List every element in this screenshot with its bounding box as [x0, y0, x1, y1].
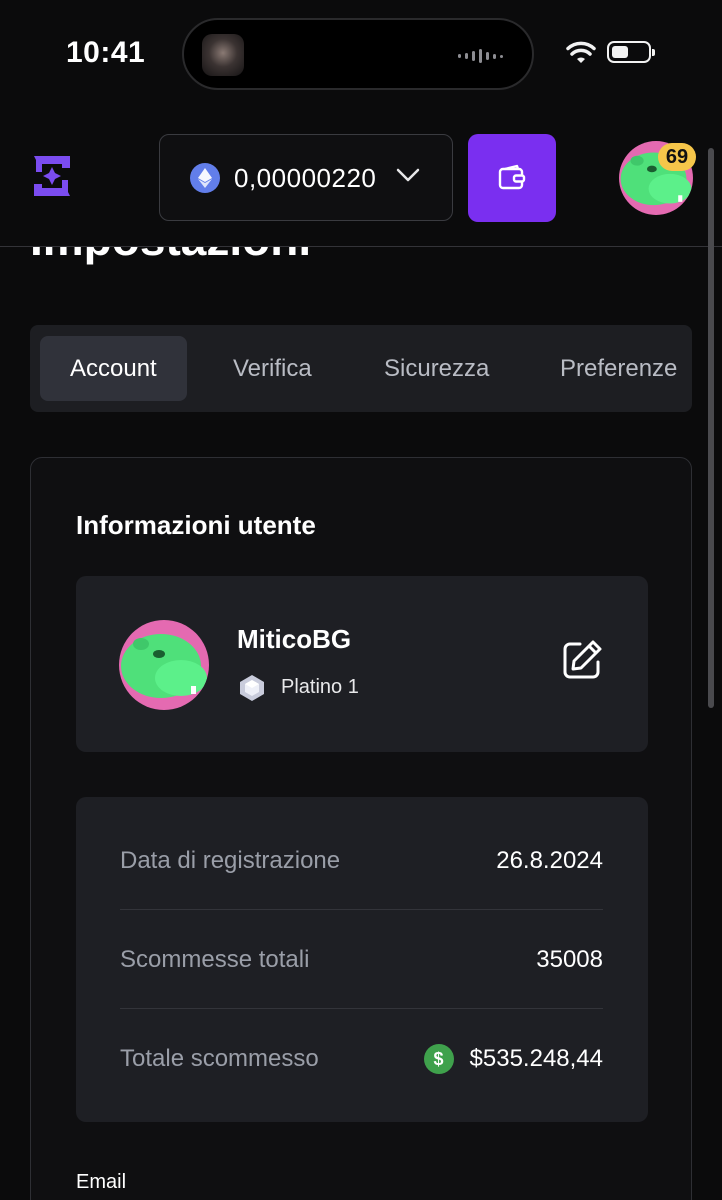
stat-label: Data di registrazione — [120, 847, 341, 874]
battery-icon — [607, 41, 655, 63]
stat-label: Totale scommesso — [120, 1045, 319, 1072]
section-title: Informazioni utente — [76, 510, 316, 540]
tab-sicurezza[interactable]: Sicurezza — [384, 336, 489, 401]
level-badge: 69 — [658, 143, 696, 171]
stat-value: 35008 — [536, 946, 603, 974]
settings-tabs: Account Verifica Sicurezza Preferenze — [30, 325, 692, 412]
wallet-button[interactable] — [468, 134, 556, 222]
profile-avatar — [119, 620, 209, 710]
tab-account[interactable]: Account — [40, 336, 187, 401]
email-label: Email — [76, 1171, 127, 1193]
status-bar: 10:41 — [0, 0, 722, 110]
balance-amount: 0,00000220 — [234, 163, 377, 193]
app-header: 0,00000220 69 — [0, 110, 722, 247]
user-info-card: Informazioni utente MiticoBG Platino 1 D… — [30, 457, 692, 1200]
username: MiticoBG — [237, 624, 352, 654]
scrollbar[interactable] — [708, 148, 714, 708]
balance-selector[interactable]: 0,00000220 — [159, 134, 453, 221]
rank-label: Platino 1 — [281, 676, 359, 698]
stat-row-total-wagered: Totale scommesso $ $535.248,44 — [120, 1009, 603, 1108]
total-bets-count: 35008 — [536, 946, 603, 973]
status-time: 10:41 — [66, 36, 146, 69]
stat-value: $ $535.248,44 — [423, 1044, 603, 1074]
profile-box: MiticoBG Platino 1 — [76, 576, 648, 752]
ethereum-icon — [190, 163, 220, 193]
dynamic-island[interactable] — [182, 18, 534, 90]
registration-date: 26.8.2024 — [496, 847, 603, 874]
tab-verifica[interactable]: Verifica — [233, 336, 312, 401]
stats-box: Data di registrazione 26.8.2024 Scommess… — [76, 797, 648, 1122]
stat-row-total-bets: Scommesse totali 35008 — [120, 910, 603, 1009]
media-thumbnail — [202, 34, 244, 76]
stat-value: 26.8.2024 — [496, 847, 603, 875]
wifi-icon — [566, 41, 596, 63]
usd-coin-icon: $ — [423, 1044, 454, 1074]
chevron-down-icon — [396, 168, 420, 182]
edit-icon[interactable] — [560, 638, 604, 682]
tab-preferenze[interactable]: Preferenze — [560, 336, 677, 401]
wallet-icon — [498, 164, 526, 190]
total-wagered-amount: $535.248,44 — [469, 1045, 603, 1072]
app-logo-icon[interactable] — [28, 150, 76, 202]
platinum-rank-icon — [240, 675, 264, 701]
stat-label: Scommesse totali — [120, 946, 310, 973]
stat-row-registration: Data di registrazione 26.8.2024 — [120, 811, 603, 910]
audio-wave-icon — [458, 47, 508, 65]
